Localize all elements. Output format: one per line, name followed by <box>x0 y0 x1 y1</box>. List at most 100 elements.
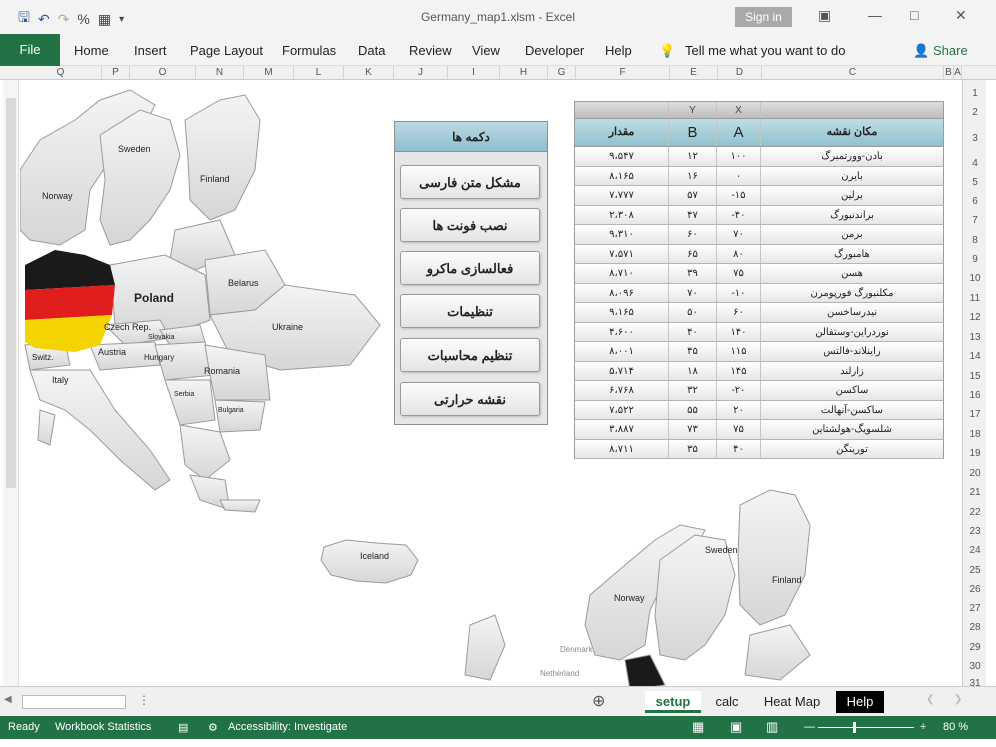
tab-data[interactable]: Data <box>358 43 385 58</box>
table-row[interactable]: ۹،۵۴۷ ۱۲ ۱۰۰ بادن-وورتمبرگ <box>574 147 944 167</box>
column-header[interactable]: F <box>576 66 670 80</box>
maximize-icon[interactable]: □ <box>910 7 918 23</box>
ribbon-display-icon[interactable]: ▣ <box>818 7 831 24</box>
cell-location[interactable]: برلین <box>761 186 943 205</box>
table-row[interactable]: ۵،۷۱۴ ۱۸ ۱۴۵ زارلند <box>574 361 944 381</box>
cell-value[interactable]: ۸،۷۱۰ <box>575 264 669 283</box>
row-header[interactable]: 28 <box>963 622 987 633</box>
heat-map-button[interactable]: نقشه حرارتی <box>400 382 540 416</box>
table-row[interactable]: ۸،۰۰۱ ۴۵ ۱۱۵ راینلاند-فالتس <box>574 342 944 362</box>
table-row[interactable]: ۸،۷۱۰ ۳۹ ۷۵ هسن <box>574 264 944 284</box>
sheet-tab-help[interactable]: Help <box>836 691 884 713</box>
cell-a[interactable]: ۷۰ <box>717 225 761 244</box>
cell-a[interactable]: ۷۵ <box>717 264 761 283</box>
cell-value[interactable]: ۷،۷۷۷ <box>575 186 669 205</box>
cell-b[interactable]: ۱۸ <box>669 361 717 380</box>
vertical-scrollbar[interactable] <box>3 80 19 686</box>
cell-b[interactable]: ۵۵ <box>669 400 717 419</box>
column-header[interactable]: D <box>718 66 762 80</box>
cell-location[interactable]: بادن-وورتمبرگ <box>761 147 943 166</box>
normal-view-icon[interactable]: ▦ <box>692 719 704 735</box>
cell-a[interactable]: -۲۰ <box>717 381 761 400</box>
table-row[interactable]: ۷،۷۷۷ ۵۷ -۱۵ برلین <box>574 186 944 206</box>
table-row[interactable]: ۷،۵۲۲ ۵۵ ۲۰ ساکسن-آنهالت <box>574 400 944 420</box>
scrollbar-thumb[interactable] <box>6 98 16 488</box>
horizontal-scrollbar[interactable] <box>22 695 126 709</box>
cell-value[interactable]: ۹،۱۶۵ <box>575 303 669 322</box>
row-header[interactable]: 15 <box>963 371 987 382</box>
cell-b[interactable]: ۷۳ <box>669 420 717 439</box>
row-header[interactable]: 20 <box>963 468 987 479</box>
cell-value[interactable]: ۷،۵۷۱ <box>575 244 669 263</box>
cell-location[interactable]: مکلنبورگ فورپومرن <box>761 284 943 303</box>
cell-a[interactable]: ۰ <box>717 166 761 185</box>
row-header[interactable]: 19 <box>963 448 987 459</box>
cell-a[interactable]: ۱۱۵ <box>717 342 761 361</box>
cell-location[interactable]: براندنبورگ <box>761 206 943 225</box>
cell-location[interactable]: بایرن <box>761 167 943 186</box>
cell-location[interactable]: برمن <box>761 225 943 244</box>
table-row[interactable]: ۸،۱۶۵ ۱۶ ۰ بایرن <box>574 166 944 186</box>
table-row[interactable]: ۷،۵۷۱ ۶۵ ۸۰ هامبورگ <box>574 244 944 264</box>
row-header[interactable]: 25 <box>963 565 987 576</box>
row-header[interactable]: 6 <box>963 196 987 207</box>
cell-location[interactable]: ساکسن <box>761 381 943 400</box>
enable-macros-button[interactable]: فعالسازی ماکرو <box>400 251 540 285</box>
cell-a[interactable]: -۱۵ <box>717 186 761 205</box>
cell-a[interactable]: ۲۰ <box>717 400 761 419</box>
cell-a[interactable]: ۶۰ <box>717 303 761 322</box>
row-header[interactable]: 11 <box>963 293 987 304</box>
row-header[interactable]: 30 <box>963 661 987 672</box>
page-break-view-icon[interactable]: ▥ <box>766 719 778 735</box>
row-header[interactable]: 21 <box>963 487 987 498</box>
cell-a[interactable]: ۴۰ <box>717 439 761 458</box>
column-header[interactable]: Q <box>20 66 102 80</box>
row-header[interactable]: 23 <box>963 526 987 537</box>
cell-value[interactable]: ۲،۳۰۸ <box>575 205 669 224</box>
cell-location[interactable]: زارلند <box>761 362 943 381</box>
cell-b[interactable]: ۱۲ <box>669 147 717 166</box>
share-button[interactable]: Share <box>933 43 968 58</box>
tell-me-input[interactable]: Tell me what you want to do <box>685 43 845 58</box>
cell-value[interactable]: ۷،۵۲۲ <box>575 400 669 419</box>
sheet-tab-setup[interactable]: setup <box>645 691 701 713</box>
column-header[interactable]: B <box>944 66 954 80</box>
tab-page-layout[interactable]: Page Layout <box>190 43 263 58</box>
row-header[interactable]: 2 <box>963 107 987 118</box>
workbook-statistics-button[interactable]: Workbook Statistics <box>55 721 151 733</box>
cell-b[interactable]: ۳۵ <box>669 439 717 458</box>
cell-b[interactable]: ۴۵ <box>669 342 717 361</box>
cell-location[interactable]: هسن <box>761 264 943 283</box>
column-header[interactable]: O <box>130 66 196 80</box>
cell-b[interactable]: ۱۶ <box>669 166 717 185</box>
cell-b[interactable]: ۴۰ <box>669 322 717 341</box>
tab-next-icon[interactable]: ❯ <box>954 694 962 705</box>
cell-a[interactable]: ۱۰۰ <box>717 147 761 166</box>
table-row[interactable]: ۶،۷۶۸ ۳۲ -۲۰ ساکسن <box>574 381 944 401</box>
cell-value[interactable]: ۸،۷۱۱ <box>575 439 669 458</box>
cell-value[interactable]: ۹،۳۱۰ <box>575 225 669 244</box>
column-header[interactable]: M <box>244 66 294 80</box>
minimize-icon[interactable]: — <box>868 7 882 23</box>
row-header[interactable]: 13 <box>963 332 987 343</box>
add-sheet-icon[interactable]: ⊕ <box>592 691 605 711</box>
tab-insert[interactable]: Insert <box>134 43 167 58</box>
column-header[interactable]: K <box>344 66 394 80</box>
row-header[interactable]: 3 <box>963 133 987 144</box>
cell-b[interactable]: ۶۵ <box>669 244 717 263</box>
column-header[interactable]: G <box>548 66 576 80</box>
zoom-slider[interactable] <box>818 727 914 728</box>
scroll-left-icon[interactable]: ◀ <box>4 694 12 705</box>
row-header[interactable]: 7 <box>963 215 987 226</box>
cell-b[interactable]: ۶۰ <box>669 225 717 244</box>
row-header[interactable]: 4 <box>963 158 987 169</box>
row-header[interactable]: 14 <box>963 351 987 362</box>
row-header[interactable]: 24 <box>963 545 987 556</box>
cell-a[interactable]: -۴۰ <box>717 205 761 224</box>
tab-review[interactable]: Review <box>409 43 452 58</box>
install-fonts-button[interactable]: نصب فونت ها <box>400 208 540 242</box>
tab-view[interactable]: View <box>472 43 500 58</box>
cell-value[interactable]: ۸،۰۹۶ <box>575 283 669 302</box>
row-header[interactable]: 18 <box>963 429 987 440</box>
table-row[interactable]: ۸،۷۱۱ ۳۵ ۴۰ تورینگن <box>574 439 944 459</box>
